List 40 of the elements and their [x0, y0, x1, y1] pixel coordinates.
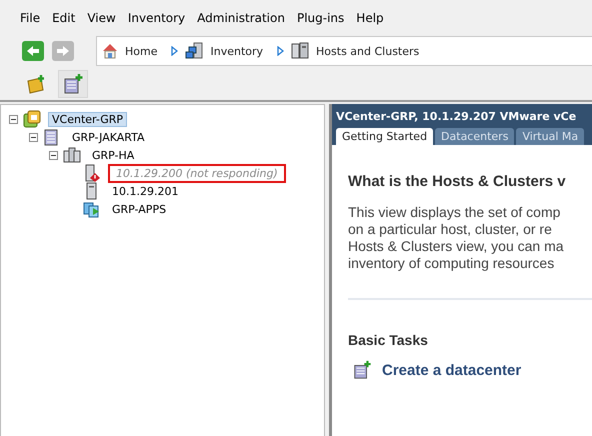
tree-item[interactable]: 10.1.29.201: [108, 184, 182, 198]
tree-item[interactable]: GRP-HA: [88, 148, 138, 162]
menu-item[interactable]: Edit: [52, 11, 76, 25]
left-arrow-icon: [26, 45, 40, 57]
menu-item[interactable]: File: [20, 11, 40, 25]
vcenter-icon: [23, 110, 41, 128]
servers-icon: [290, 42, 310, 60]
collapse-toggle[interactable]: [29, 132, 38, 142]
menu-item[interactable]: Help: [356, 11, 384, 25]
section-heading: What is the Hosts & Clusters v: [348, 173, 567, 190]
task-link[interactable]: Create a datacenter: [382, 362, 522, 378]
section-heading: Basic Tasks: [348, 332, 429, 348]
chevron-icon: [277, 46, 284, 56]
description-line: on a particular host, cluster, or re: [348, 221, 553, 238]
breadcrumb-link[interactable]: Hosts and Clusters: [316, 44, 420, 58]
new-datacenter-button[interactable]: [58, 70, 88, 98]
tree-item[interactable]: GRP-APPS: [108, 202, 170, 216]
panel-title: VCenter-GRP, 10.1.29.207 VMware vCe: [336, 110, 578, 125]
right-arrow-icon: [56, 45, 70, 57]
tree-item[interactable]: VCenter-GRP: [48, 112, 128, 126]
description-line: This view displays the set of comp: [348, 204, 562, 221]
vapp-icon: [83, 200, 101, 218]
menu-item[interactable]: Plug-ins: [296, 11, 344, 25]
tab[interactable]: Getting Started: [336, 128, 434, 145]
description-line: inventory of computing resources: [348, 255, 556, 272]
collapse-toggle[interactable]: [49, 150, 58, 160]
servers-icon: [184, 42, 204, 60]
house-icon: [101, 42, 119, 60]
chevron-icon: [171, 46, 178, 56]
description-line: Hosts & Clusters view, you can ma: [348, 238, 565, 255]
menu-item[interactable]: View: [87, 11, 116, 25]
tree-item[interactable]: GRP-JAKARTA: [68, 130, 148, 144]
menu-item[interactable]: Inventory: [128, 11, 186, 25]
cluster-icon: [63, 146, 81, 164]
back-button[interactable]: [22, 41, 44, 61]
breadcrumb-link[interactable]: Home: [125, 44, 158, 58]
menu-item[interactable]: Administration: [197, 11, 285, 25]
building-add-icon: [352, 360, 372, 380]
collapse-toggle[interactable]: [9, 114, 18, 124]
breadcrumb-link[interactable]: Inventory: [210, 44, 264, 58]
